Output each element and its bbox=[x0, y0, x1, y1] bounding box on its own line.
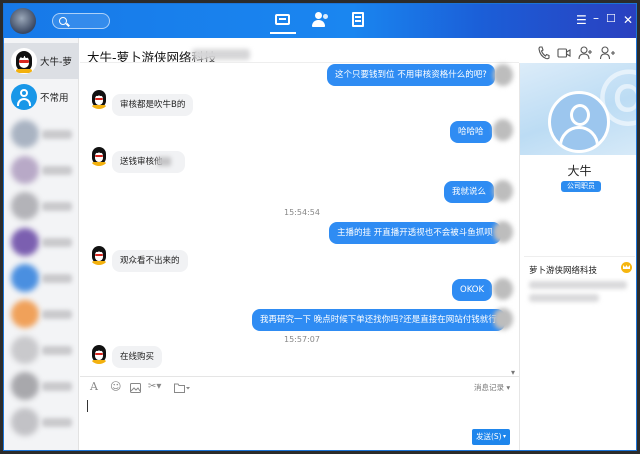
contact-group-icon bbox=[11, 84, 37, 110]
send-label: 发送(S) bbox=[476, 432, 502, 441]
my-avatar-blurred bbox=[493, 308, 513, 330]
conversation-item-not-frequent[interactable]: 不常用 bbox=[4, 79, 79, 115]
video-icon[interactable] bbox=[557, 46, 571, 60]
menu-icon[interactable]: ☰ bbox=[576, 14, 587, 26]
my-avatar-blurred bbox=[493, 278, 513, 300]
input-toolbar: A ☺ ✂▾ bbox=[80, 376, 519, 396]
message-bubble-in: 在线购买 bbox=[112, 346, 163, 368]
docs-tab-icon[interactable] bbox=[350, 12, 368, 28]
my-avatar-blurred bbox=[493, 64, 513, 86]
conversation-item-daniu[interactable]: 大牛-萝 bbox=[4, 43, 79, 79]
title-bar: ☰ – ☐ ✕ bbox=[4, 4, 636, 38]
message-bubble-out: 哈哈哈 bbox=[450, 121, 492, 143]
message-input[interactable] bbox=[87, 400, 88, 412]
conversation-list: 大牛-萝 不常用 bbox=[4, 38, 79, 450]
redacted-text bbox=[157, 157, 171, 166]
send-options-icon[interactable]: ▾ bbox=[503, 429, 506, 445]
minimize-icon[interactable]: – bbox=[593, 12, 599, 24]
phone-icon[interactable] bbox=[538, 46, 550, 60]
penguin-avatar bbox=[89, 89, 109, 109]
profile-avatar[interactable] bbox=[548, 91, 610, 153]
search-icon bbox=[59, 17, 67, 25]
message-bubble-in: 审核都是吹牛B的 bbox=[112, 94, 194, 116]
app-window: ☰ – ☐ ✕ 大牛-萝 不常用 大牛-萝卜游侠网络科技 这个只要钱到位 不用审… bbox=[3, 3, 637, 451]
maximize-icon[interactable]: ☐ bbox=[606, 13, 616, 25]
redacted-info bbox=[529, 281, 627, 289]
contacts-tab-icon[interactable] bbox=[311, 12, 329, 28]
image-icon[interactable] bbox=[130, 383, 141, 393]
my-avatar-blurred bbox=[493, 180, 513, 202]
font-icon[interactable]: A bbox=[90, 381, 98, 392]
message-bubble-out: 我再研究一下 晚点时候下单还找你吗?还是直接在网站付钱就行 bbox=[252, 309, 505, 331]
close-icon[interactable]: ✕ bbox=[623, 14, 633, 26]
message-bubble-out: 我就说么 bbox=[444, 181, 495, 203]
my-avatar-blurred bbox=[493, 221, 513, 243]
folder-icon[interactable] bbox=[174, 383, 190, 393]
penguin-avatar bbox=[89, 245, 109, 265]
my-avatar[interactable] bbox=[10, 8, 36, 34]
message-history-button[interactable]: 消息记录 ▾ bbox=[474, 382, 510, 393]
role-badge: 公司职员 bbox=[561, 181, 601, 192]
redacted-info bbox=[529, 294, 599, 302]
message-bubble-out: 这个只要钱到位 不用审核资格什么的吧? bbox=[327, 64, 495, 86]
message-bubble-out: 主播的挂 开直播开透视也不会被斗鱼抓呗 bbox=[329, 222, 501, 244]
more-icon[interactable] bbox=[600, 46, 616, 60]
conversation-label: 大牛-萝 bbox=[40, 57, 72, 68]
scissors-icon[interactable]: ✂▾ bbox=[148, 382, 161, 392]
penguin-avatar bbox=[11, 48, 37, 74]
send-button[interactable]: 发送(S) ▾ bbox=[472, 429, 510, 445]
message-bubble-out: OKOK bbox=[452, 279, 493, 301]
emoji-icon[interactable]: ☺ bbox=[110, 381, 121, 392]
conversation-label: 不常用 bbox=[40, 93, 69, 104]
add-user-icon[interactable] bbox=[578, 46, 594, 60]
profile-divider bbox=[524, 256, 635, 257]
profile-name: 大牛 bbox=[567, 164, 592, 178]
search-input[interactable] bbox=[52, 13, 110, 29]
profile-panel: @ 大牛 公司职员 萝卜游侠网络科技 bbox=[519, 63, 636, 450]
message-bubble-in: 送钱审核他 bbox=[112, 151, 185, 173]
penguin-avatar bbox=[89, 146, 109, 166]
message-timestamp: 15:57:07 bbox=[284, 335, 320, 344]
message-timestamp: 15:54:54 bbox=[284, 208, 320, 217]
penguin-avatar bbox=[89, 344, 109, 364]
crown-icon bbox=[621, 262, 632, 273]
company-name[interactable]: 萝卜游侠网络科技 bbox=[529, 264, 597, 276]
chat-tab-icon[interactable] bbox=[270, 12, 296, 34]
message-bubble-in: 观众看不出来的 bbox=[112, 250, 188, 272]
redacted-title bbox=[192, 49, 250, 60]
message-history-label: 消息记录 bbox=[474, 383, 504, 392]
my-avatar-blurred bbox=[493, 119, 513, 141]
